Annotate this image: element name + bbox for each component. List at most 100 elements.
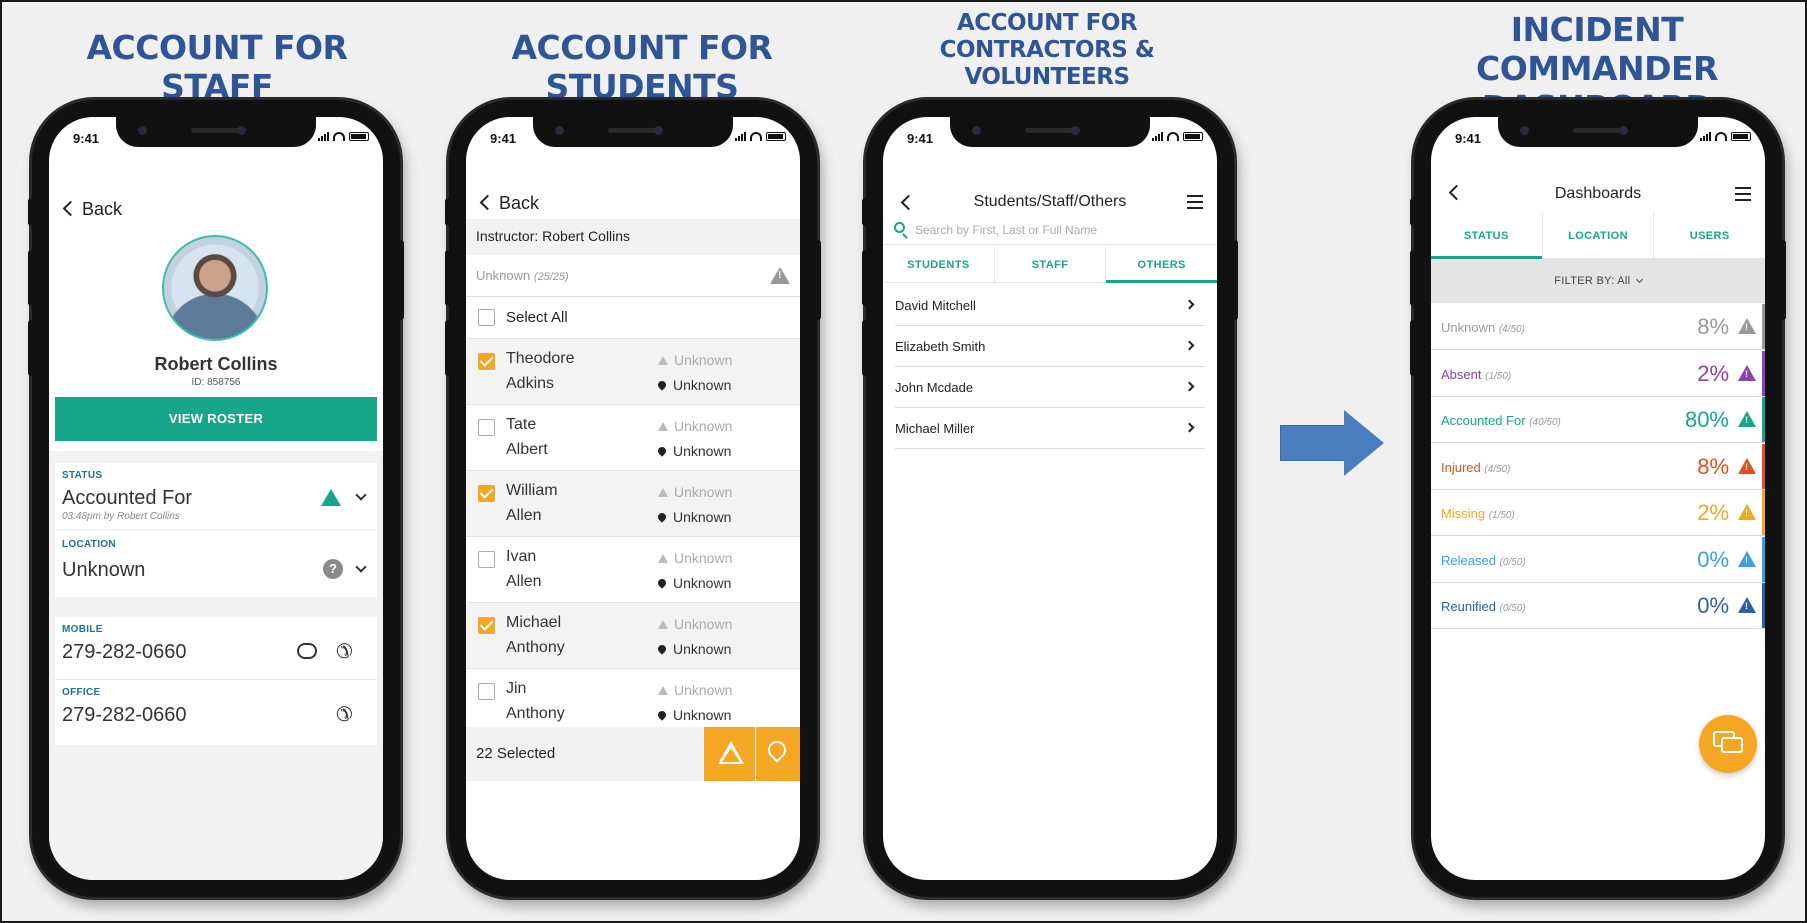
person-name: Michael Miller (895, 421, 975, 436)
student-status: Unknown (674, 418, 733, 434)
tab-users[interactable]: USERS (1654, 213, 1765, 258)
list-item[interactable]: John Mcdade (895, 367, 1205, 408)
wifi-icon (750, 132, 762, 141)
status-row-count: (1/50) (1485, 370, 1512, 382)
back-button[interactable]: Back (62, 199, 122, 220)
student-row[interactable]: Theodore Adkins Unknown Unknown (466, 339, 800, 405)
signal-icon (1700, 131, 1711, 141)
student-last-name: Anthony (506, 705, 565, 722)
status-row-percent: 8% (1697, 453, 1729, 479)
unknown-filter[interactable]: Unknown (25/25) (466, 255, 800, 297)
student-first-name: Theodore (506, 350, 575, 367)
status-row[interactable]: Missing (1/50) 2% (1431, 490, 1765, 536)
set-location-button[interactable] (756, 727, 800, 781)
location-pin-icon (656, 511, 668, 523)
status-row-count: (1/50) (1488, 510, 1515, 521)
tab-location[interactable]: LOCATION (1543, 213, 1655, 258)
phone-icon[interactable]: ✆ (336, 702, 353, 727)
screen: 9:41 Students/Staff/Others Search by Fir… (883, 117, 1217, 880)
status-color-bar (1762, 350, 1765, 396)
menu-icon[interactable] (1187, 195, 1203, 209)
list-item[interactable]: Michael Miller (895, 408, 1205, 449)
student-last-name: Allen (506, 507, 542, 524)
student-checkbox[interactable] (478, 617, 495, 634)
heading-line: VOLUNTEERS (964, 64, 1130, 90)
heading-contractors: ACCOUNT FOR CONTRACTORS & VOLUNTEERS (902, 10, 1192, 91)
chevron-left-icon (479, 194, 496, 211)
status-row-count: (0/50) (1499, 603, 1526, 614)
status-row[interactable]: Injured (4/50) 8% (1431, 443, 1765, 490)
student-checkbox[interactable] (478, 551, 495, 568)
student-checkbox[interactable] (478, 419, 495, 436)
screen: 9:41 Back Instructor: Robert Collins Unk… (466, 117, 800, 880)
student-status: Unknown (674, 352, 733, 368)
set-status-button[interactable] (704, 727, 756, 781)
status-row[interactable]: Reunified (0/50) 0% (1431, 583, 1765, 629)
mobile-label: MOBILE (62, 624, 103, 635)
location-card[interactable]: LOCATION Unknown ? (55, 531, 377, 597)
status-row-label: Missing (1441, 506, 1486, 521)
menu-icon[interactable] (1735, 187, 1751, 201)
tab-others[interactable]: OTHERS (1106, 247, 1217, 283)
wifi-icon (333, 132, 345, 141)
chevron-right-icon (1184, 340, 1195, 351)
chevron-right-icon (1184, 299, 1195, 310)
search-placeholder: Search by First, Last or Full Name (915, 223, 1098, 237)
phone-icon[interactable]: ✆ (336, 639, 353, 664)
student-checkbox[interactable] (478, 353, 495, 370)
status-icon (1738, 597, 1756, 613)
phone-staff: 9:41 Back Robert Collins ID: 858756 VIEW… (28, 100, 404, 897)
list-item[interactable]: Elizabeth Smith (895, 326, 1205, 367)
status-time: 9:41 (490, 131, 517, 146)
status-row-label: Released (1441, 552, 1496, 568)
status-row[interactable]: Absent (1/50) 2% (1431, 350, 1765, 397)
back-label: Back (499, 193, 540, 213)
status-icon (658, 356, 668, 365)
chevron-down-icon[interactable] (355, 561, 367, 573)
page-title: Dashboards (1554, 185, 1642, 202)
filter-label: FILTER BY: All (1554, 275, 1631, 287)
status-subtext: 03:48pm by Robert Collins (62, 511, 180, 522)
chat-fab-button[interactable] (1699, 715, 1757, 773)
tab-status[interactable]: STATUS (1431, 213, 1543, 259)
status-row-label: Unknown (1441, 320, 1496, 335)
location-pin-icon (656, 577, 668, 589)
student-checkbox[interactable] (478, 683, 495, 700)
select-all-checkbox[interactable] (478, 309, 495, 326)
status-row[interactable]: Accounted For (40/50) 80% (1431, 397, 1765, 443)
student-checkbox[interactable] (478, 485, 495, 502)
filter-dropdown[interactable]: FILTER BY: All (1431, 259, 1765, 303)
contact-card: MOBILE 279-282-0660 ✆ OFFICE 279-282-066… (55, 617, 377, 745)
student-row[interactable]: Jin Anthony Unknown Unknown (466, 669, 800, 735)
student-row[interactable]: Ivan Allen Unknown Unknown (466, 537, 800, 603)
student-location: Unknown (673, 509, 732, 525)
battery-icon (766, 132, 786, 141)
message-icon[interactable] (297, 643, 317, 659)
status-card[interactable]: STATUS Accounted For 03:48pm by Robert C… (55, 463, 377, 529)
arrow-right-icon (1280, 410, 1384, 476)
page-title: Students/Staff/Others (973, 193, 1127, 210)
status-row[interactable]: Released (0/50) 0% (1431, 536, 1765, 583)
chevron-left-icon (62, 200, 79, 217)
status-row[interactable]: Unknown (4/50) 8% (1431, 304, 1765, 350)
location-label: LOCATION (62, 539, 116, 550)
search-input[interactable]: Search by First, Last or Full Name (883, 213, 1217, 245)
student-last-name: Albert (506, 441, 548, 458)
chevron-down-icon[interactable] (355, 489, 367, 501)
student-last-name: Anthony (506, 639, 565, 656)
status-row-percent: 2% (1697, 360, 1729, 386)
select-all-row[interactable]: Select All (466, 297, 800, 339)
tab-students[interactable]: STUDENTS (883, 247, 995, 282)
list-item[interactable]: David Mitchell (895, 285, 1205, 326)
tab-staff[interactable]: STAFF (995, 247, 1107, 282)
chevron-right-icon (1184, 381, 1195, 392)
view-roster-button[interactable]: VIEW ROSTER (55, 397, 377, 441)
student-status: Unknown (674, 682, 733, 698)
student-row[interactable]: Tate Albert Unknown Unknown (466, 405, 800, 471)
heading-line: CONTRACTORS & (939, 37, 1155, 63)
back-button[interactable]: Back (479, 193, 540, 214)
heading-line: ACCOUNT FOR (956, 10, 1138, 36)
student-row[interactable]: Michael Anthony Unknown Unknown (466, 603, 800, 669)
student-row[interactable]: William Allen Unknown Unknown (466, 471, 800, 537)
heading-students: ACCOUNT FOR STUDENTS (511, 28, 773, 106)
